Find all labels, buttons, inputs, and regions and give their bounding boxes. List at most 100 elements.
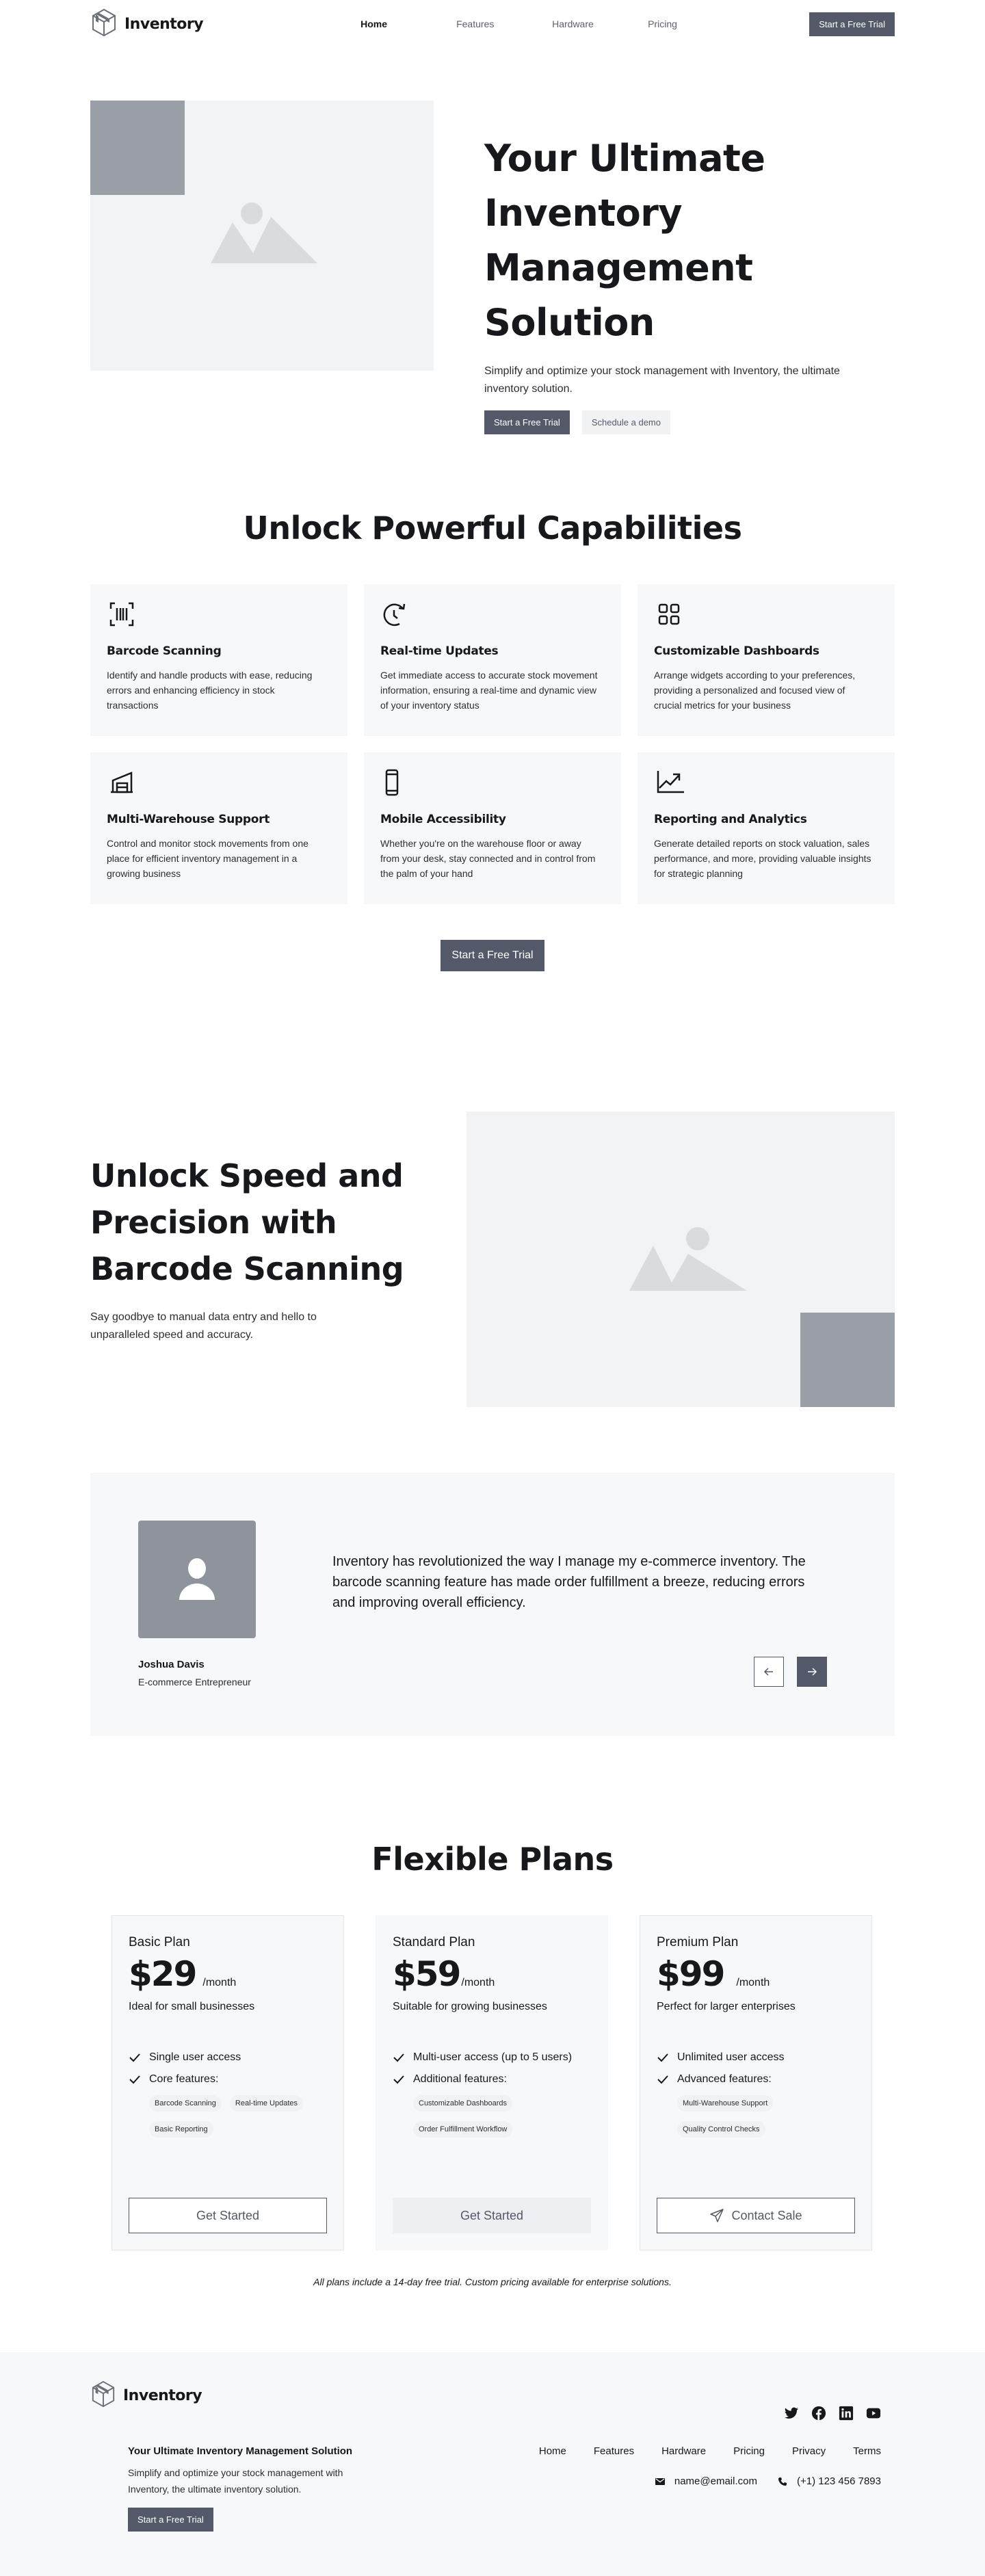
footer: Inventory Your Ultimate Inventory Manage… (0, 2352, 985, 2576)
pricing-note: All plans include a 14-day free trial. C… (313, 2276, 672, 2287)
previous-testimonial-button[interactable] (754, 1657, 784, 1687)
button-label: Contact Sale (731, 2208, 802, 2222)
feature-label: Unlimited user access (677, 2051, 785, 2063)
basic-get-started-button[interactable]: Get Started (129, 2198, 327, 2233)
phone-text: (+1) 123 456 7893 (796, 2475, 881, 2487)
capability-card: Mobile Accessibility Whether you're on t… (364, 752, 621, 904)
hero-title: Your Ultimate Inventory Management Solut… (484, 137, 765, 344)
contact-phone[interactable]: (+1) 123 456 7893 (778, 2475, 881, 2487)
facebook-icon[interactable] (811, 2406, 826, 2421)
feature-label: Multi-user access (up to 5 users) (413, 2051, 573, 2063)
plan-feature: Advanced features: (657, 2073, 855, 2086)
plan-feature: Core features: (129, 2073, 327, 2086)
capabilities-start-trial-button[interactable]: Start a Free Trial (441, 940, 544, 971)
plan-name: Standard Plan (393, 1935, 475, 1949)
warehouse-icon (111, 772, 133, 793)
feature-label: Additional features: (413, 2073, 507, 2085)
testimonial-section: Inventory has revolutionized the way I m… (0, 1473, 985, 1736)
feature-label: Single user access (149, 2051, 241, 2063)
plan-feature: Additional features: (393, 2073, 591, 2086)
brand-logo[interactable]: Inventory (90, 8, 204, 41)
plan-card-basic: Basic Plan $29 /month Ideal for small bu… (111, 1915, 344, 2250)
pricing-section: Flexible Plans Basic Plan $29 /month Ide… (0, 1839, 985, 2287)
capability-title: Multi-Warehouse Support (107, 813, 270, 826)
feature-chip: Basic Reporting (149, 2121, 213, 2138)
user-icon (179, 1558, 215, 1600)
footer-link-hardware[interactable]: Hardware (661, 2445, 706, 2457)
barcode-image (467, 1112, 895, 1407)
image-placeholder-icon (211, 202, 317, 268)
capability-card: Multi-Warehouse Support Control and moni… (90, 752, 347, 904)
footer-brand-logo[interactable]: Inventory (90, 2380, 202, 2412)
plan-card-premium: Premium Plan $99 /month Perfect for larg… (640, 1915, 872, 2250)
next-testimonial-button[interactable] (797, 1657, 827, 1687)
nav-link-features[interactable]: Features (456, 18, 552, 29)
footer-link-privacy[interactable]: Privacy (792, 2445, 826, 2457)
plan-feature: Unlimited user access (657, 2051, 855, 2064)
footer-link-pricing[interactable]: Pricing (733, 2445, 765, 2457)
brand-name: Inventory (124, 15, 204, 33)
feature-chip: Barcode Scanning (149, 2095, 222, 2112)
linkedin-icon[interactable] (839, 2406, 854, 2421)
top-navigation: Inventory Home Features Hardware Pricing… (0, 0, 985, 48)
footer-brand-name: Inventory (123, 2387, 202, 2404)
feature-label: Core features: (149, 2073, 219, 2085)
hero-accent-block (90, 101, 185, 195)
capability-description: Get immediate access to accurate stock m… (380, 670, 598, 711)
schedule-demo-button[interactable]: Schedule a demo (581, 410, 670, 434)
capability-description: Control and monitor stock movements from… (107, 838, 308, 879)
plan-tagline: Ideal for small businesses (129, 2001, 255, 2012)
capability-card: Barcode Scanning Identify and handle pro… (90, 584, 347, 736)
mobile-phone-icon (385, 769, 399, 796)
footer-link-features[interactable]: Features (594, 2445, 634, 2457)
plan-price: $99 (657, 1954, 725, 1994)
check-icon (393, 2075, 404, 2084)
capability-description: Identify and handle products with ease, … (107, 670, 313, 711)
footer-title: Your Ultimate Inventory Management Solut… (128, 2445, 353, 2457)
barcode-accent-block (800, 1313, 895, 1407)
barcode-scan-icon (109, 602, 134, 627)
feature-label: Advanced features: (677, 2073, 772, 2085)
youtube-icon[interactable] (866, 2406, 881, 2421)
capability-title: Barcode Scanning (107, 644, 222, 658)
capability-description: Whether you're on the warehouse floor or… (380, 838, 596, 879)
avatar (138, 1521, 256, 1638)
pricing-title: Flexible Plans (371, 1841, 614, 1878)
twitter-icon[interactable] (784, 2406, 799, 2421)
nav-link-pricing[interactable]: Pricing (648, 18, 744, 29)
mail-icon (655, 2478, 665, 2485)
nav-link-home[interactable]: Home (360, 18, 456, 29)
barcode-section: Unlock Speed and Precision with Barcode … (0, 1112, 985, 1407)
chart-trending-up-icon (657, 771, 684, 793)
capability-description: Arrange widgets according to your prefer… (654, 670, 856, 711)
button-label: Get Started (460, 2208, 524, 2222)
hero-section: Your Ultimate Inventory Management Solut… (0, 101, 985, 434)
check-icon (129, 2075, 140, 2084)
barcode-title: Unlock Speed and Precision with Barcode … (90, 1157, 404, 1287)
hero-image (90, 101, 434, 371)
capability-card: Customizable Dashboards Arrange widgets … (638, 584, 895, 736)
arrow-right-icon (808, 1668, 817, 1676)
nav-link-hardware[interactable]: Hardware (552, 18, 648, 29)
clock-refresh-icon (383, 603, 406, 627)
plan-period: /month (736, 1977, 770, 1988)
nav-start-trial-button[interactable]: Start a Free Trial (809, 12, 895, 36)
plan-price: $29 (129, 1954, 197, 1994)
footer-start-trial-button[interactable]: Start a Free Trial (128, 2508, 213, 2532)
footer-link-home[interactable]: Home (539, 2445, 566, 2457)
capability-title: Reporting and Analytics (654, 813, 807, 826)
check-icon (657, 2075, 668, 2084)
capability-card: Reporting and Analytics Generate detaile… (638, 752, 895, 904)
hero-start-trial-button[interactable]: Start a Free Trial (484, 410, 570, 434)
footer-link-terms[interactable]: Terms (853, 2445, 881, 2457)
standard-get-started-button[interactable]: Get Started (393, 2198, 591, 2233)
feature-chip: Real-time Updates (229, 2095, 303, 2112)
contact-info: name@email.com (+1) 123 456 7893 (655, 2475, 881, 2487)
footer-links: Home Features Hardware Pricing Privacy T… (539, 2445, 881, 2457)
barcode-description: Say goodbye to manual data entry and hel… (90, 1311, 317, 1341)
contact-email[interactable]: name@email.com (655, 2475, 757, 2487)
feature-chip: Multi-Warehouse Support (677, 2095, 774, 2112)
plan-name: Premium Plan (657, 1935, 739, 1949)
dashboard-grid-icon (658, 603, 680, 625)
contact-sale-button[interactable]: Contact Sale (657, 2198, 855, 2233)
